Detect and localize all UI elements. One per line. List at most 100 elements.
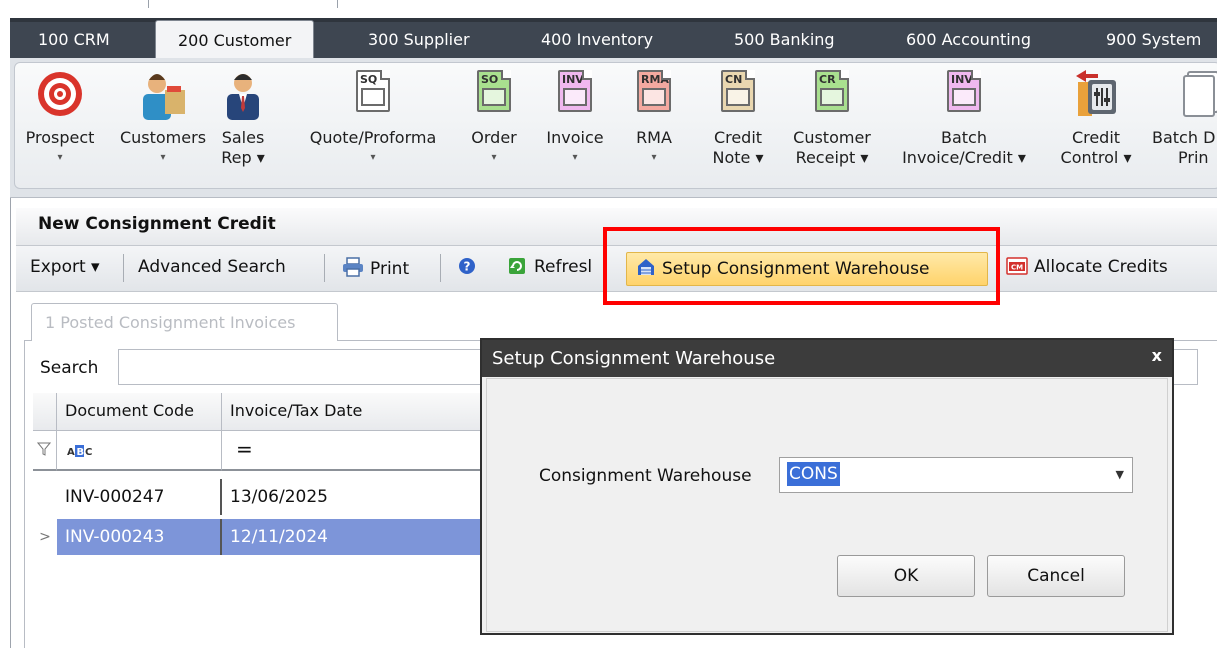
equals-operator: =	[236, 437, 253, 461]
consignment-warehouse-dropdown[interactable]: CONS ▼	[779, 457, 1133, 493]
batch-invoice-credit-button[interactable]: INV Batch Invoice/Credit ▾	[884, 68, 1044, 168]
export-button[interactable]: Export ▾	[30, 257, 100, 277]
customer-receipt-button[interactable]: CR Customer Receipt ▾	[780, 68, 884, 168]
quote-doc-shape: SQ	[356, 70, 390, 112]
batch-invoice-doc-window	[952, 88, 976, 106]
svg-text:C: C	[85, 447, 92, 458]
invoice-doc-window	[563, 88, 587, 106]
tab-200-customer[interactable]: 200 Customer	[155, 20, 315, 60]
credit-note-doc-window	[726, 88, 750, 106]
text-filter-abc-icon: A B C	[67, 445, 92, 458]
sales-rep-label: Sales	[221, 128, 265, 147]
quote-doc-code: SQ	[360, 73, 378, 86]
quote-proforma-dropdown-arrow: ▾	[370, 152, 376, 163]
rma-button[interactable]: RMA RMA ▾	[624, 68, 684, 168]
ok-button[interactable]: OK	[837, 555, 975, 597]
subwindow-title: New Consignment Credit	[38, 214, 276, 234]
rma-dropdown-arrow: ▾	[651, 152, 657, 163]
credit-note-label: Credit	[713, 128, 763, 147]
customer-receipt-doc-icon: CR	[808, 68, 856, 122]
filter-funnel-icon	[37, 442, 51, 456]
tab-900-system[interactable]: 900 System	[1106, 22, 1201, 58]
target-icon	[36, 68, 84, 122]
setup-consignment-warehouse-dialog: Setup Consignment Warehouse x Consignmen…	[480, 338, 1174, 635]
toolbar-separator	[123, 254, 124, 282]
print-label: Print	[370, 259, 410, 279]
order-label: Order	[471, 128, 517, 147]
toolbar-separator	[324, 254, 325, 282]
batch-print-button[interactable]: Batch D Prin	[1150, 68, 1217, 168]
batch-invoice-doc-fold	[971, 70, 981, 80]
invoice-doc-fold	[582, 70, 592, 80]
customer-receipt-doc-fold	[839, 70, 849, 80]
invoice-doc-code: INV	[562, 73, 584, 86]
invoice-button[interactable]: INV Invoice ▾	[536, 68, 614, 168]
prospect-button[interactable]: Prospect ▾	[18, 68, 102, 168]
dialog-title-bar[interactable]: Setup Consignment Warehouse x	[482, 340, 1172, 377]
sales-rep-label-line2: Rep ▾	[221, 148, 265, 167]
column-header-invoice-tax-date[interactable]: Invoice/Tax Date	[222, 393, 492, 431]
printer-icon	[343, 257, 363, 277]
cell-document-code-selected[interactable]: INV-000243	[57, 519, 222, 555]
close-icon[interactable]: x	[1152, 346, 1162, 365]
allocate-credits-button[interactable]: CM Allocate Credits	[1006, 257, 1168, 277]
tab-300-supplier[interactable]: 300 Supplier	[368, 22, 470, 58]
customers-dropdown-arrow: ▾	[160, 152, 166, 163]
consignment-warehouse-label: Consignment Warehouse	[539, 466, 752, 486]
tab-500-banking[interactable]: 500 Banking	[734, 22, 835, 58]
tab-stub	[148, 0, 338, 8]
order-doc-icon: SO	[470, 68, 518, 122]
filter-cell-document-code[interactable]: A B C	[57, 431, 222, 471]
tab-posted-consignment-invoices[interactable]: 1 Posted Consignment Invoices	[31, 303, 338, 341]
rma-label: RMA	[636, 128, 672, 147]
dialog-title: Setup Consignment Warehouse	[492, 348, 776, 369]
customers-label: Customers	[119, 128, 207, 147]
rma-doc-shape: RMA	[637, 70, 671, 112]
quote-doc-fold	[380, 70, 390, 80]
cell-document-code[interactable]: INV-000247	[57, 479, 222, 515]
credit-note-doc-fold	[745, 70, 755, 80]
customers-button[interactable]: Customers ▾	[110, 68, 216, 168]
prospect-dropdown-arrow: ▾	[57, 152, 63, 163]
cell-invoice-date-selected[interactable]: 12/11/2024	[222, 519, 492, 555]
window-top-strip	[0, 0, 1217, 18]
order-button[interactable]: SO Order ▾	[464, 68, 524, 168]
credit-note-button[interactable]: CN Credit Note ▾	[702, 68, 774, 168]
tab-600-accounting[interactable]: 600 Accounting	[906, 22, 1031, 58]
batch-print-icon	[1180, 68, 1217, 122]
cell-invoice-date[interactable]: 13/06/2025	[222, 479, 492, 515]
svg-text:B: B	[77, 447, 85, 458]
customers-icon	[139, 68, 187, 122]
batch-invoice-doc-shape: INV	[947, 70, 981, 112]
credit-control-icon	[1072, 68, 1120, 122]
order-doc-window	[482, 88, 506, 106]
credit-note-doc-shape: CN	[721, 70, 755, 112]
credit-note-doc-code: CN	[725, 73, 743, 86]
refresh-button[interactable]: Refresl	[508, 257, 592, 277]
sales-rep-button[interactable]: Sales Rep ▾	[210, 68, 276, 168]
ribbon: Prospect ▾ Customers ▾ Sales Rep ▾ SQ Qu…	[10, 58, 1217, 198]
tab-400-inventory[interactable]: 400 Inventory	[541, 22, 653, 58]
filter-cell-invoice-date[interactable]: =	[222, 431, 492, 471]
allocate-credits-label: Allocate Credits	[1034, 257, 1168, 277]
quote-doc-icon: SQ	[349, 68, 397, 122]
invoice-doc-icon: INV	[551, 68, 599, 122]
print-button[interactable]: Print	[342, 257, 409, 279]
tab-100-crm[interactable]: 100 CRM	[38, 22, 110, 58]
advanced-search-button[interactable]: Advanced Search	[138, 257, 286, 277]
batch-invoice-doc-code: INV	[951, 73, 973, 86]
customer-receipt-label-line2: Receipt ▾	[795, 148, 869, 167]
grid-corner-header	[33, 393, 57, 431]
chevron-down-icon[interactable]: ▼	[1116, 468, 1124, 481]
column-header-document-code[interactable]: Document Code	[57, 393, 222, 431]
credit-control-label: Credit	[1071, 128, 1121, 147]
dialog-body: Consignment Warehouse CONS ▼ OK Cancel	[486, 378, 1168, 632]
filter-row-indicator	[33, 431, 57, 471]
cancel-button[interactable]: Cancel	[987, 555, 1125, 597]
quote-proforma-button[interactable]: SQ Quote/Proforma ▾	[308, 68, 438, 168]
credit-control-label-line2: Control ▾	[1060, 148, 1132, 167]
credit-control-button[interactable]: Credit Control ▾	[1050, 68, 1142, 168]
help-button[interactable]: ?	[458, 257, 476, 277]
rma-doc-window	[642, 88, 666, 106]
invoice-doc-shape: INV	[558, 70, 592, 112]
